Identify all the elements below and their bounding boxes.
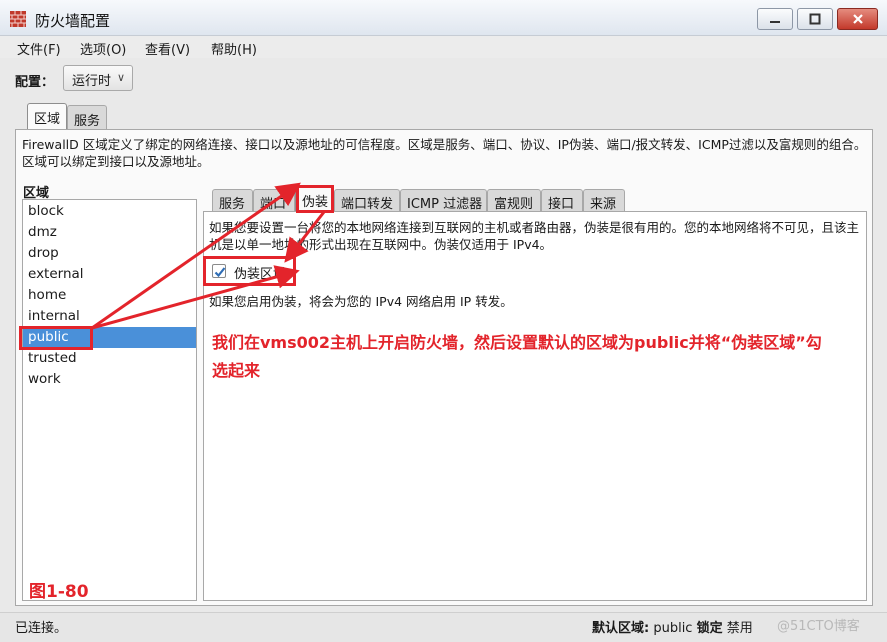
status-connection: 已连接。 — [15, 621, 68, 636]
arrow-to-checkbox — [91, 265, 300, 330]
status-lock-label: 锁定 — [696, 621, 723, 636]
arrow-to-masquerade-tab — [91, 182, 301, 330]
annotation-arrows — [91, 182, 326, 330]
status-lock-value: 禁用 — [726, 621, 753, 636]
arrow-tab-to-checkbox — [284, 211, 326, 263]
status-zone-info: 默认区域: public 锁定 禁用 — [592, 617, 753, 636]
watermark: @51CTO博客 — [777, 619, 860, 634]
status-bar — [0, 612, 887, 642]
status-default-zone-label: 默认区域: — [592, 621, 650, 636]
status-default-zone-value: public — [653, 621, 693, 636]
